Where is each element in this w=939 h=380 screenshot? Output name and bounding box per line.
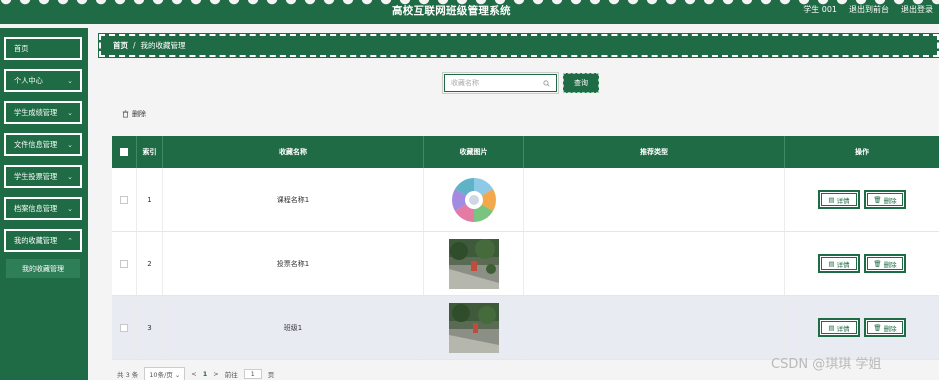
sidebar-item-label: 学生成绩管理 — [14, 107, 58, 117]
user-label: 学生 001 — [803, 5, 837, 14]
sidebar-item-home[interactable]: 首页 — [4, 37, 82, 60]
sidebar-item-label: 首页 — [14, 43, 29, 53]
breadcrumb-separator: / — [133, 41, 136, 50]
search-placeholder: 收藏名称 — [451, 79, 479, 87]
favorites-table: 索引 收藏名称 收藏图片 推荐类型 操作 1 课程名称1 ▤ 详情 🗑 删除 2… — [112, 136, 939, 360]
table-header: 索引 收藏名称 收藏图片 推荐类型 操作 — [112, 136, 939, 168]
chevron-down-icon: ⌄ — [67, 172, 73, 181]
logout-link[interactable]: 退出登录 — [901, 4, 933, 15]
exit-front-link[interactable]: 退出到前台 — [849, 4, 889, 15]
row-checkbox[interactable] — [120, 259, 128, 268]
table-row: 2 投票名称1 ▤ 详情 🗑 删除 — [112, 232, 939, 296]
row-actions: ▤ 详情 🗑 删除 — [785, 168, 939, 231]
row-name: 班级1 — [163, 296, 424, 359]
delete-button[interactable]: 🗑 删除 — [864, 318, 906, 337]
top-header: 高校互联网班级管理系统 学生 001 退出到前台 退出登录 — [0, 0, 939, 24]
detail-button[interactable]: ▤ 详情 — [818, 318, 860, 337]
row-index: 2 — [137, 232, 163, 295]
sidebar-item-file-management[interactable]: 文件信息管理 ⌄ — [4, 133, 82, 156]
search-input[interactable]: 收藏名称 — [442, 72, 559, 94]
table-row: 1 课程名称1 ▤ 详情 🗑 删除 — [112, 168, 939, 232]
trash-icon: 🗑 — [873, 323, 882, 332]
page-number-current[interactable]: 1 — [203, 370, 208, 378]
detail-button[interactable]: ▤ 详情 — [818, 254, 860, 273]
breadcrumb-current: 我的收藏管理 — [140, 41, 186, 50]
total-count: 共 3 条 — [117, 371, 139, 379]
bulk-delete-label: 删除 — [132, 110, 146, 118]
header-index: 索引 — [137, 136, 163, 168]
table-row: 3 班级1 ▤ 详情 🗑 删除 — [112, 296, 939, 360]
search-icon — [543, 79, 550, 87]
row-type — [524, 168, 785, 231]
chevron-down-icon: ⌄ — [67, 108, 73, 117]
chevron-down-icon: ⌄ — [67, 76, 73, 85]
header-actions: 操作 — [855, 148, 869, 156]
sidebar-item-label: 档案信息管理 — [14, 203, 58, 213]
chevron-down-icon: ⌄ — [67, 204, 73, 213]
search-button[interactable]: 查询 — [563, 73, 599, 93]
row-type — [524, 296, 785, 359]
submenu-favorites-management[interactable]: 我的收藏管理 — [6, 259, 80, 278]
header-type: 推荐类型 — [524, 136, 785, 168]
page-size-select[interactable]: 10条/页 ⌄ — [144, 367, 186, 380]
sidebar-item-label: 我的收藏管理 — [14, 235, 58, 245]
delete-button[interactable]: 🗑 删除 — [864, 190, 906, 209]
sidebar-item-label: 个人中心 — [14, 75, 43, 85]
row-checkbox[interactable] — [120, 323, 128, 332]
select-all-cell — [112, 136, 137, 168]
goto-page-input[interactable]: 1 — [243, 369, 262, 379]
sidebar-item-favorites-management[interactable]: 我的收藏管理 ⌃ — [4, 229, 82, 252]
sidebar: 首页 个人中心 ⌄ 学生成绩管理 ⌄ 文件信息管理 ⌄ 学生投票管理 ⌄ 档案信… — [0, 28, 88, 380]
detail-icon: ▤ — [828, 195, 835, 204]
prev-page-button[interactable]: < — [191, 370, 196, 378]
system-title: 高校互联网班级管理系统 — [392, 5, 511, 17]
next-page-button[interactable]: > — [213, 370, 218, 378]
watermark: CSDN @琪琪 学姐 — [771, 357, 882, 372]
sidebar-item-personal-center[interactable]: 个人中心 ⌄ — [4, 69, 82, 92]
page-suffix: 页 — [267, 371, 275, 379]
chevron-down-icon: ⌄ — [67, 140, 73, 149]
header-links: 学生 001 退出到前台 退出登录 — [803, 4, 933, 15]
chevron-up-icon: ⌃ — [67, 236, 73, 245]
row-type — [524, 232, 785, 295]
trash-icon: 🗑 — [873, 195, 882, 204]
row-actions: ▤ 详情 🗑 删除 — [785, 232, 939, 295]
header-image: 收藏图片 — [424, 136, 524, 168]
chevron-down-icon: ⌄ — [174, 371, 181, 379]
header-name: 收藏名称 — [163, 136, 424, 168]
pagination: 共 3 条 10条/页 ⌄ < 1 > 前往 1 页 — [117, 367, 274, 380]
favorite-image-photo[interactable] — [448, 302, 499, 353]
trash-icon: 🗑 — [873, 259, 882, 268]
sidebar-item-archive-management[interactable]: 档案信息管理 ⌄ — [4, 197, 82, 220]
select-all-checkbox[interactable] — [120, 148, 128, 156]
breadcrumb-home[interactable]: 首页 — [113, 40, 128, 51]
row-index: 3 — [137, 296, 163, 359]
sidebar-item-label: 学生投票管理 — [14, 171, 58, 181]
row-actions: ▤ 详情 🗑 删除 — [785, 296, 939, 359]
sidebar-item-vote-management[interactable]: 学生投票管理 ⌄ — [4, 165, 82, 188]
goto-label: 前往 — [224, 371, 238, 379]
trash-icon — [122, 110, 129, 118]
breadcrumb: 首页 / 我的收藏管理 — [98, 33, 939, 58]
detail-button[interactable]: ▤ 详情 — [818, 190, 860, 209]
sidebar-item-score-management[interactable]: 学生成绩管理 ⌄ — [4, 101, 82, 124]
favorite-image-photo[interactable] — [448, 238, 499, 289]
row-name: 投票名称1 — [163, 232, 424, 295]
row-checkbox[interactable] — [120, 195, 128, 204]
sidebar-item-label: 文件信息管理 — [14, 139, 58, 149]
row-name: 课程名称1 — [163, 168, 424, 231]
favorite-image-diagram[interactable] — [448, 174, 499, 225]
detail-icon: ▤ — [828, 259, 835, 268]
detail-icon: ▤ — [828, 323, 835, 332]
delete-button[interactable]: 🗑 删除 — [864, 254, 906, 273]
bulk-delete-button[interactable]: 删除 — [122, 109, 146, 119]
row-index: 1 — [137, 168, 163, 231]
